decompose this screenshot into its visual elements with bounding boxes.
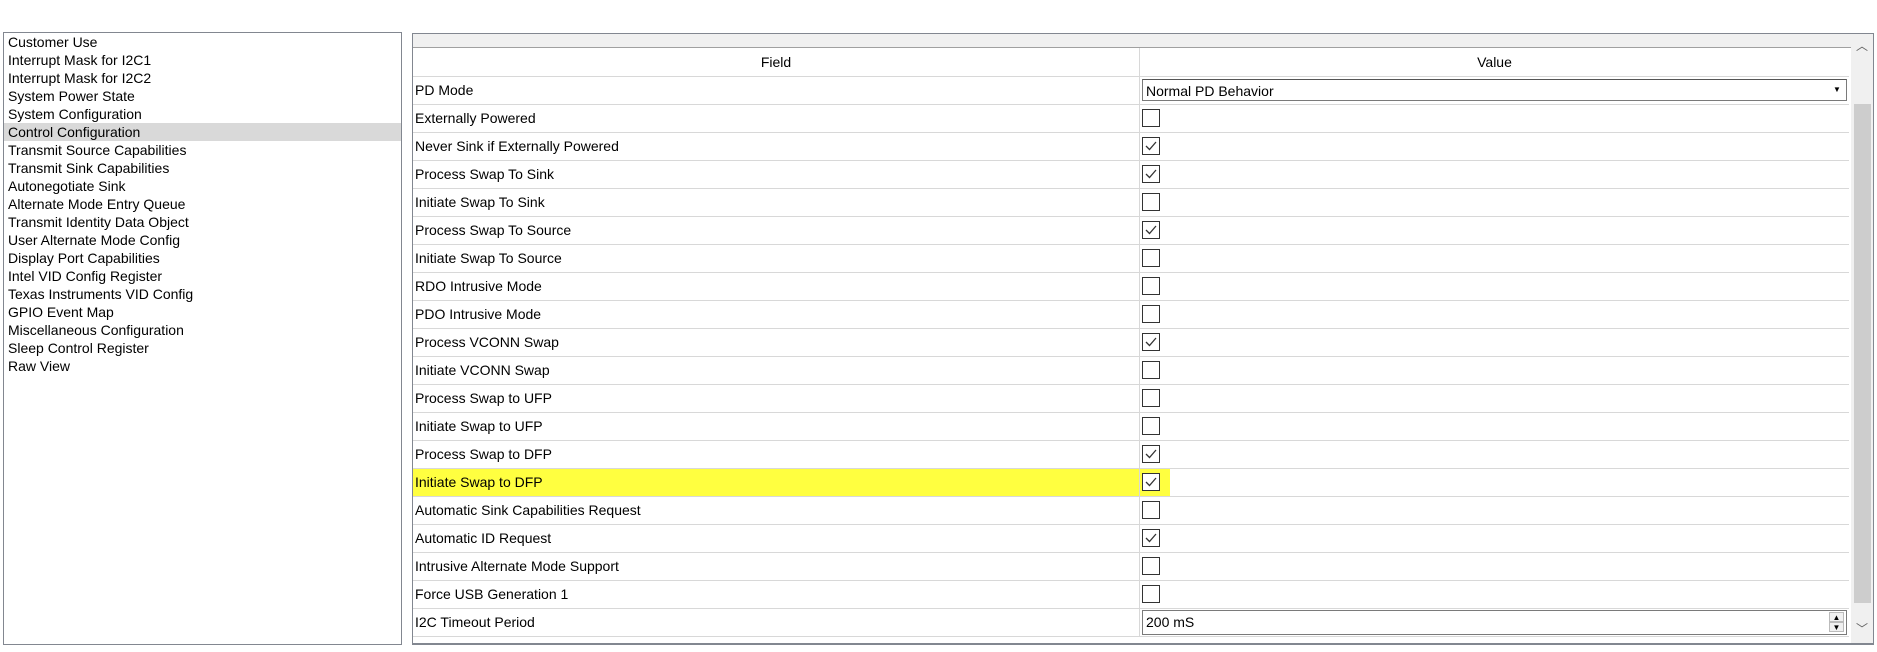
checkbox-unchecked[interactable] — [1142, 361, 1160, 379]
section-list-item[interactable]: Texas Instruments VID Config — [4, 285, 401, 303]
section-list-item[interactable]: Autonegotiate Sink — [4, 177, 401, 195]
field-label: Automatic ID Request — [413, 525, 1140, 552]
section-list-item[interactable]: Display Port Capabilities — [4, 249, 401, 267]
section-list-item[interactable]: Transmit Identity Data Object — [4, 213, 401, 231]
section-list-item[interactable]: System Power State — [4, 87, 401, 105]
field-label: Never Sink if Externally Powered — [413, 133, 1140, 160]
field-label: Intrusive Alternate Mode Support — [413, 553, 1140, 580]
field-label: Initiate Swap to DFP — [413, 469, 1140, 496]
properties-grid-panel: Field Value PD Mode Normal PD Behavior ▼… — [412, 33, 1874, 645]
field-label: Process Swap To Source — [413, 217, 1140, 244]
field-label: PDO Intrusive Mode — [413, 301, 1140, 328]
checkbox-unchecked[interactable] — [1142, 277, 1160, 295]
checkbox-unchecked[interactable] — [1142, 249, 1160, 267]
field-label: Process Swap to DFP — [413, 441, 1140, 468]
pd-mode-dropdown[interactable]: Normal PD Behavior ▼ — [1142, 79, 1847, 101]
grid-row: Automatic ID Request — [413, 525, 1849, 553]
properties-grid: Field Value PD Mode Normal PD Behavior ▼… — [413, 48, 1849, 637]
vertical-scrollbar[interactable]: ︿ ﹀ — [1851, 34, 1873, 643]
section-list-item[interactable]: Transmit Sink Capabilities — [4, 159, 401, 177]
section-list-item[interactable]: Sleep Control Register — [4, 339, 401, 357]
section-list-item[interactable]: Miscellaneous Configuration — [4, 321, 401, 339]
section-list-item[interactable]: Control Configuration — [4, 123, 401, 141]
grid-row: Intrusive Alternate Mode Support — [413, 553, 1849, 581]
column-header-field[interactable]: Field — [413, 48, 1140, 76]
checkbox-checked[interactable] — [1142, 221, 1160, 239]
section-list-item[interactable]: User Alternate Mode Config — [4, 231, 401, 249]
pd-mode-value: Normal PD Behavior — [1146, 83, 1274, 99]
i2c-timeout-value: 200 mS — [1146, 614, 1195, 630]
chevron-down-icon[interactable]: ▼ — [1830, 83, 1844, 97]
field-label: Initiate Swap to UFP — [413, 413, 1140, 440]
grid-row: Automatic Sink Capabilities Request — [413, 497, 1849, 525]
scroll-down-icon[interactable]: ﹀ — [1851, 620, 1873, 637]
grid-row: Process VCONN Swap — [413, 329, 1849, 357]
grid-row: Process Swap to UFP — [413, 385, 1849, 413]
grid-row-pd-mode: PD Mode Normal PD Behavior ▼ — [413, 77, 1849, 105]
checkbox-unchecked[interactable] — [1142, 109, 1160, 127]
scrollbar-thumb[interactable] — [1854, 104, 1871, 603]
grid-row: Never Sink if Externally Powered — [413, 133, 1849, 161]
checkbox-unchecked[interactable] — [1142, 389, 1160, 407]
grid-header: Field Value — [413, 48, 1849, 77]
grid-row: Initiate Swap to UFP — [413, 413, 1849, 441]
checkbox-unchecked[interactable] — [1142, 585, 1160, 603]
grid-row: Initiate Swap To Source — [413, 245, 1849, 273]
field-label: Initiate Swap To Source — [413, 245, 1140, 272]
checkbox-checked[interactable] — [1142, 473, 1160, 491]
column-header-value[interactable]: Value — [1140, 48, 1849, 76]
checkbox-checked[interactable] — [1142, 165, 1160, 183]
section-list-item[interactable]: Interrupt Mask for I2C2 — [4, 69, 401, 87]
grid-row: Initiate Swap To Sink — [413, 189, 1849, 217]
field-label: PD Mode — [413, 77, 1140, 104]
field-label: I2C Timeout Period — [413, 609, 1140, 636]
grid-row: RDO Intrusive Mode — [413, 273, 1849, 301]
checkbox-unchecked[interactable] — [1142, 557, 1160, 575]
checkbox-checked[interactable] — [1142, 137, 1160, 155]
spin-up-icon[interactable]: ▲ — [1829, 612, 1844, 622]
field-label: Process Swap to UFP — [413, 385, 1140, 412]
field-label: RDO Intrusive Mode — [413, 273, 1140, 300]
scroll-up-icon[interactable]: ︿ — [1851, 37, 1873, 54]
section-list-item[interactable]: Intel VID Config Register — [4, 267, 401, 285]
grid-row: Process Swap To Source — [413, 217, 1849, 245]
i2c-timeout-spinner[interactable]: 200 mS ▲ ▼ — [1142, 610, 1847, 635]
section-list-item[interactable]: Interrupt Mask for I2C1 — [4, 51, 401, 69]
checkbox-checked[interactable] — [1142, 445, 1160, 463]
checkbox-unchecked[interactable] — [1142, 193, 1160, 211]
grid-row: Initiate Swap to DFP — [413, 469, 1849, 497]
field-label: Externally Powered — [413, 105, 1140, 132]
checkbox-unchecked[interactable] — [1142, 501, 1160, 519]
field-label: Process Swap To Sink — [413, 161, 1140, 188]
field-label: Force USB Generation 1 — [413, 581, 1140, 608]
field-label: Process VCONN Swap — [413, 329, 1140, 356]
checkbox-unchecked[interactable] — [1142, 417, 1160, 435]
grid-toolbar-band — [413, 34, 1873, 48]
checkbox-checked[interactable] — [1142, 333, 1160, 351]
grid-row: Process Swap to DFP — [413, 441, 1849, 469]
section-list-item[interactable]: Alternate Mode Entry Queue — [4, 195, 401, 213]
grid-row: Force USB Generation 1 — [413, 581, 1849, 609]
grid-row: Process Swap To Sink — [413, 161, 1849, 189]
checkbox-checked[interactable] — [1142, 529, 1160, 547]
grid-row-i2c-timeout: I2C Timeout Period 200 mS ▲ ▼ — [413, 609, 1849, 637]
field-label: Automatic Sink Capabilities Request — [413, 497, 1140, 524]
grid-row: PDO Intrusive Mode — [413, 301, 1849, 329]
section-list-item[interactable]: GPIO Event Map — [4, 303, 401, 321]
section-list-item[interactable]: Raw View — [4, 357, 401, 375]
section-list[interactable]: Customer Use Interrupt Mask for I2C1 Inter… — [3, 32, 402, 645]
section-list-item[interactable]: Transmit Source Capabilities — [4, 141, 401, 159]
section-list-item[interactable]: Customer Use — [4, 33, 401, 51]
spin-down-icon[interactable]: ▼ — [1829, 622, 1844, 632]
grid-row: Initiate VCONN Swap — [413, 357, 1849, 385]
section-list-item[interactable]: System Configuration — [4, 105, 401, 123]
field-label: Initiate VCONN Swap — [413, 357, 1140, 384]
grid-row: Externally Powered — [413, 105, 1849, 133]
field-label: Initiate Swap To Sink — [413, 189, 1140, 216]
checkbox-unchecked[interactable] — [1142, 305, 1160, 323]
